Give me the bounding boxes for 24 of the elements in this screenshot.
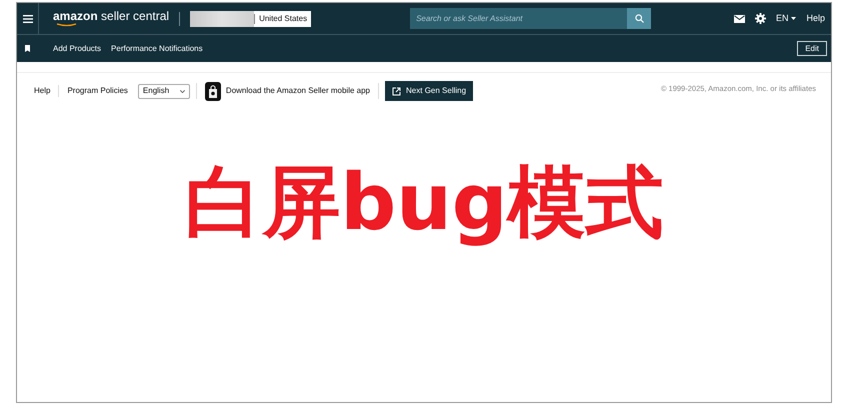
language-select[interactable]: English: [138, 84, 190, 98]
search-field[interactable]: Search or ask Seller Assistant: [410, 8, 628, 29]
settings-icon[interactable]: [754, 13, 766, 24]
nav-link[interactable]: Performance Notifications: [111, 42, 203, 54]
smile-icon: [56, 23, 78, 27]
footer-link[interactable]: Program Policies: [67, 85, 128, 97]
next-gen-selling-button[interactable]: Next Gen Selling: [385, 81, 474, 101]
nav-link[interactable]: Add Products: [53, 42, 102, 54]
amazon-app-icon: [204, 82, 221, 100]
language-menu[interactable]: EN: [776, 12, 796, 26]
edit-button[interactable]: Edit: [797, 41, 827, 56]
external-link-icon: [392, 86, 402, 96]
footer-link[interactable]: Help: [34, 85, 50, 97]
logo[interactable]: amazon seller central: [53, 10, 170, 23]
caret-icon: [791, 17, 796, 20]
search-icon: [634, 14, 644, 23]
search-button[interactable]: [627, 8, 652, 29]
app-download-link[interactable]: Download the Amazon Seller mobile app: [226, 85, 370, 97]
menu-icon[interactable]: [22, 14, 32, 22]
chevron-icon: [180, 90, 185, 92]
blurred-store-name: [190, 10, 254, 26]
mail-icon[interactable]: [734, 14, 745, 22]
help-link[interactable]: Help: [806, 12, 825, 26]
bookmark-icon[interactable]: [25, 45, 30, 52]
